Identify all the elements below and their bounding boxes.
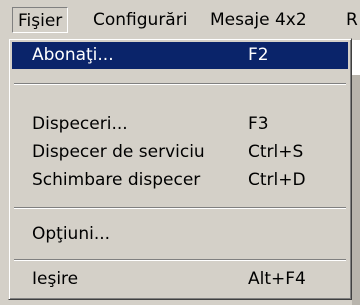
menu-item-iesire[interactable]: Ieşire Alt+F4 [12,266,348,293]
menu-item-shortcut: F3 [248,114,269,134]
menu-separator [14,207,346,209]
menu-item-optiuni[interactable]: Opţiuni... [12,221,348,248]
menu-mesaje-4x2[interactable]: Mesaje 4x2 [210,10,307,30]
window-edge [0,40,3,305]
file-dropdown-menu: Abonaţi... F2 Dispeceri... F3 Dispecer d… [8,38,352,300]
menu-item-schimbare-dispecer[interactable]: Schimbare dispecer Ctrl+D [12,167,348,194]
menu-configurari[interactable]: Configurări [93,10,187,30]
menu-item-label: Schimbare dispecer [32,170,201,190]
menu-separator [14,259,346,261]
menu-item-abonati[interactable]: Abonaţi... F2 [12,42,348,69]
menu-fisier[interactable]: Fişier [12,7,69,33]
menu-bar: Fişier Configurări Mesaje 4x2 R [0,0,360,38]
menu-item-label: Dispecer de serviciu [32,142,205,162]
menu-item-label: Dispeceri... [32,114,128,134]
menu-item-shortcut: Ctrl+S [248,142,304,162]
menu-item-dispecer-de-serviciu[interactable]: Dispecer de serviciu Ctrl+S [12,139,348,166]
menu-item-shortcut: F2 [248,45,269,65]
menu-item-shortcut: Ctrl+D [248,170,306,190]
menu-separator [14,83,346,85]
menu-item-label: Abonaţi... [32,45,114,65]
background-panel [352,75,360,305]
menu-item-dispeceri[interactable]: Dispeceri... F3 [12,111,348,138]
menu-item-label: Ieşire [32,269,79,289]
menu-item-shortcut: Alt+F4 [248,269,306,289]
menu-partial-r[interactable]: R [346,10,358,30]
menu-item-label: Opţiuni... [32,224,111,244]
app-window: Fişier Configurări Mesaje 4x2 R Abonaţi.… [0,0,360,305]
